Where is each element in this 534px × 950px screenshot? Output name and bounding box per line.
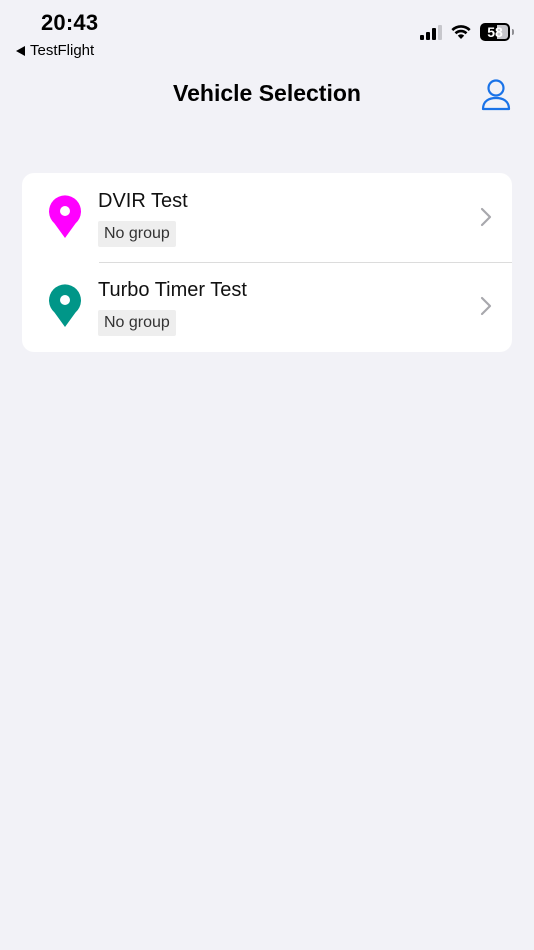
vehicle-group-badge: No group [98,221,176,247]
person-icon [481,79,511,111]
system-icons: 58 [420,23,514,41]
vehicle-row-dvir-test[interactable]: DVIR Test No group [22,173,512,262]
vehicle-name: Turbo Timer Test [98,279,247,301]
back-to-app-link[interactable]: TestFlight [16,42,94,59]
back-app-label: TestFlight [30,42,95,59]
vehicle-name: DVIR Test [98,190,188,212]
profile-button[interactable] [480,78,512,112]
map-pin-icon [49,284,81,327]
battery-level: 58 [487,24,503,40]
page-title: Vehicle Selection [173,80,361,106]
chevron-right-icon [480,207,492,227]
back-triangle-icon [16,45,25,56]
vehicle-group-badge: No group [98,310,176,336]
status-time: 20:43 [41,10,99,35]
wifi-icon [451,25,471,39]
cellular-signal-icon [420,24,442,40]
status-bar: 20:43 TestFlight 58 [0,0,534,66]
map-pin-icon [49,195,81,238]
vehicle-list: DVIR Test No group Turbo Timer Test No g… [22,173,512,352]
battery-icon: 58 [480,23,514,41]
vehicle-row-turbo-timer-test[interactable]: Turbo Timer Test No group [22,262,512,352]
chevron-right-icon [480,296,492,316]
